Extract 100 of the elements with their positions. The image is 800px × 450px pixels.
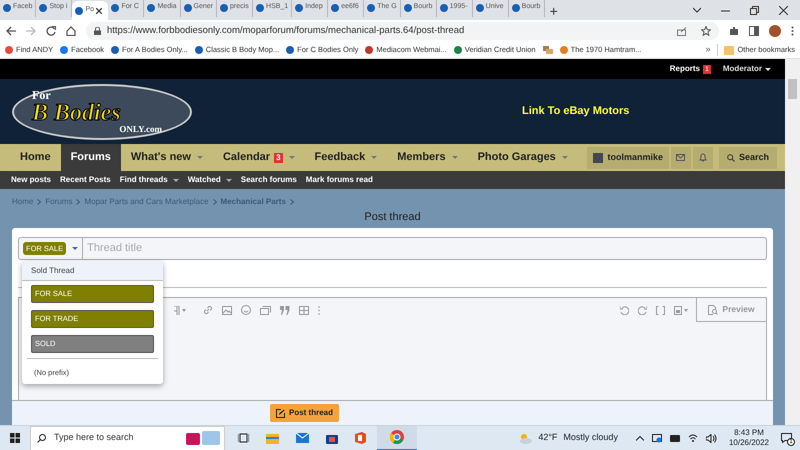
- extensions-icon[interactable]: [729, 26, 739, 36]
- nav-tab[interactable]: Feedback: [304, 144, 388, 171]
- site-icon: [220, 4, 228, 12]
- site-icon: [3, 4, 11, 12]
- message-icon: [781, 433, 792, 443]
- taskbar-search-field[interactable]: Type here to search: [30, 426, 225, 450]
- site-icon: [5, 46, 13, 54]
- subnav-link[interactable]: Mark forums read: [306, 174, 373, 186]
- side-panel-icon[interactable]: [749, 26, 759, 36]
- smiley-icon[interactable]: [241, 305, 251, 315]
- store-bag-icon[interactable]: [326, 432, 338, 444]
- site-icon: [440, 4, 448, 12]
- nav-tab[interactable]: Forums: [60, 144, 121, 171]
- chevron-up-icon[interactable]: [636, 436, 644, 440]
- defender-icon[interactable]: [652, 434, 662, 442]
- lock-icon: [94, 27, 101, 35]
- overflow-chevron[interactable]: »: [705, 43, 710, 57]
- site-icon: [39, 4, 48, 12]
- reports-link[interactable]: Reports: [670, 63, 700, 75]
- site-icon: [365, 46, 374, 54]
- scrollbar[interactable]: [785, 59, 800, 425]
- task-view-icon[interactable]: [238, 433, 249, 443]
- site-icon: [560, 46, 568, 54]
- home-icon[interactable]: [66, 26, 76, 36]
- site-icon: [256, 4, 264, 12]
- site-icon: [194, 46, 203, 54]
- new-tab-button[interactable]: +: [550, 4, 558, 18]
- header-link[interactable]: Link To eBay Motors: [522, 103, 630, 120]
- bookmark-icon[interactable]: [542, 46, 553, 54]
- moderator-menu[interactable]: Moderator: [722, 63, 762, 75]
- more-icon[interactable]: [791, 26, 794, 36]
- windows-start-icon[interactable]: [10, 433, 20, 443]
- folder-icon[interactable]: [266, 432, 279, 444]
- bell-icon: [698, 153, 707, 162]
- page-title: Post thread: [363, 210, 422, 225]
- site-icon: [454, 46, 462, 54]
- document-search-icon: [708, 304, 718, 314]
- site-icon: [75, 6, 84, 14]
- office-icon[interactable]: [355, 432, 366, 444]
- link-icon[interactable]: [203, 305, 213, 315]
- wifi-icon[interactable]: [688, 434, 698, 442]
- envelope-icon: [676, 154, 686, 161]
- taskbar-app[interactable]: [377, 426, 417, 450]
- subnav-link[interactable]: Find threads: [120, 174, 179, 186]
- search-icon: [726, 154, 735, 162]
- table-icon[interactable]: [299, 306, 309, 314]
- search-button[interactable]: Search: [718, 146, 777, 168]
- user-menu[interactable]: toolmanmike: [587, 146, 669, 168]
- temperature: 42°F: [538, 431, 558, 444]
- star-icon[interactable]: [701, 26, 711, 36]
- image-icon[interactable]: [222, 306, 232, 314]
- inbox-button[interactable]: [670, 146, 691, 168]
- media-icon[interactable]: [260, 306, 271, 314]
- post-thread-button[interactable]: Post thread: [270, 404, 340, 422]
- nav-tab[interactable]: Members: [387, 144, 468, 171]
- nav-tab[interactable]: What's new: [120, 144, 213, 171]
- site-icon: [512, 4, 520, 12]
- nav-tab[interactable]: Photo Garages: [468, 144, 578, 171]
- edit-icon: [276, 408, 285, 418]
- back-icon[interactable]: [6, 26, 16, 36]
- envelope-icon[interactable]: [296, 433, 309, 443]
- chevron-down-icon: [693, 7, 701, 13]
- site-icon: [295, 4, 304, 12]
- search-placeholder: Type here to search: [54, 431, 135, 444]
- save-draft-icon[interactable]: [674, 306, 688, 314]
- subnav-link[interactable]: Search forums: [240, 174, 297, 186]
- folder-icon: [724, 46, 734, 54]
- weather-text: Mostly cloudy: [563, 431, 618, 444]
- site-icon: [404, 4, 412, 12]
- subnav-link[interactable]: Watched: [188, 174, 232, 186]
- title-field[interactable]: Thread title: [83, 237, 767, 260]
- subnav-link[interactable]: New posts: [11, 174, 52, 186]
- weather-widget[interactable]: 42°F Mostly cloudy: [518, 431, 618, 445]
- subnav-link[interactable]: Recent Posts: [60, 174, 111, 186]
- avatar-icon: [593, 152, 604, 162]
- close-icon[interactable]: [779, 6, 788, 14]
- battery-icon[interactable]: [670, 434, 680, 442]
- redo-icon[interactable]: [638, 306, 647, 314]
- site-icon: [111, 4, 120, 12]
- nav-tab[interactable]: Home: [10, 144, 61, 171]
- chevron-icon: [76, 198, 80, 204]
- profile-avatar-icon[interactable]: [769, 25, 781, 37]
- alerts-button[interactable]: [692, 146, 713, 168]
- clock-date: 10/26/2022: [728, 438, 769, 448]
- site-icon: [331, 4, 340, 12]
- paragraph-icon[interactable]: [174, 306, 186, 314]
- address-bar[interactable]: https://www.forbbodiesonly.com/moparforum/forums/mechanical-parts.64/post-thread: [86, 22, 719, 40]
- clock[interactable]: 8:43 PM 10/26/2022: [724, 428, 773, 448]
- brackets-icon[interactable]: [656, 306, 665, 314]
- nav-tab[interactable]: Calendar 3: [212, 144, 305, 171]
- caret-icon: [765, 66, 771, 72]
- reload-icon[interactable]: [46, 26, 56, 36]
- share-icon[interactable]: [677, 26, 687, 36]
- quote-icon[interactable]: [280, 306, 290, 314]
- site-icon: [147, 4, 156, 12]
- restore-icon[interactable]: [750, 6, 759, 14]
- browser-icon: [390, 430, 404, 444]
- undo-icon[interactable]: [620, 306, 629, 314]
- speaker-icon[interactable]: [706, 434, 717, 442]
- site-logo[interactable]: For B Bodies ONLY.com: [12, 84, 192, 140]
